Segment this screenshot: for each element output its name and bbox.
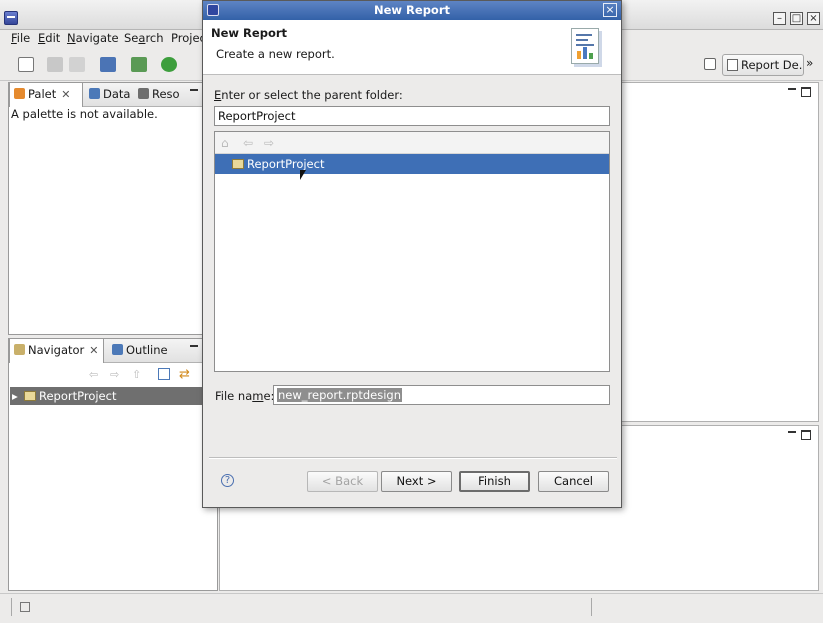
project-folder-icon [24,391,36,401]
wizard-icon-bar [577,51,581,59]
new-report-dialog: New Report × New Report Create a new rep… [202,0,622,508]
finish-button[interactable]: Finish [459,471,530,492]
outline-icon [112,344,123,355]
minimize-panel-icon[interactable] [189,344,199,354]
perspective-report-design[interactable]: Report De... [722,54,804,76]
navigator-tabbar: Navigator ✕ Outline [9,339,217,363]
link-editor-icon[interactable]: ⇄ [179,367,190,382]
status-separator [11,598,12,616]
export-icon[interactable] [131,57,147,72]
menu-edit[interactable]: Edit [38,31,60,45]
palette-icon [14,88,25,99]
resource-icon [138,88,149,99]
parent-folder-input[interactable]: ReportProject [214,106,610,126]
save-icon [47,57,63,72]
dialog-titlebar[interactable]: New Report [203,1,621,20]
close-tab-icon[interactable]: ✕ [89,344,98,357]
wizard-icon-bar [589,53,593,59]
home-icon: ⌂ [221,136,229,150]
dialog-close-icon[interactable]: × [603,3,617,17]
minimize-window-icon[interactable]: – [773,12,786,25]
overflow-chevron-icon[interactable]: » [806,56,813,70]
tab-data[interactable]: Data [89,83,137,107]
tree-item-reportproject[interactable]: ReportProject [215,154,609,174]
project-folder-icon [232,159,244,169]
navigator-icon [14,344,25,355]
back-button: < Back [307,471,378,492]
next-button[interactable]: Next > [381,471,452,492]
back-icon: ⇦ [89,368,99,381]
close-window-icon[interactable]: × [807,12,820,25]
minimize-panel-icon[interactable] [787,430,797,440]
maximize-panel-icon[interactable] [801,430,811,440]
parent-folder-label: Enter or select the parent folder: [214,88,403,102]
mouse-pointer-icon [300,170,306,180]
tab-resource[interactable]: Reso [138,83,186,107]
menu-project[interactable]: Projec [171,31,206,45]
forward-icon: ⇨ [264,136,275,150]
collapse-all-icon[interactable] [158,368,170,380]
open-perspective-icon[interactable] [704,58,716,70]
menu-search[interactable]: Search [124,31,164,45]
status-bar [0,593,823,623]
tab-outline[interactable]: Outline [112,339,182,363]
wizard-icon-line [576,34,592,36]
tab-navigator[interactable]: Navigator ✕ [9,339,104,363]
file-name-label: File name: [215,389,275,403]
maximize-panel-icon[interactable] [801,87,811,97]
web-viewer-icon[interactable] [100,57,116,72]
menu-file[interactable]: File [11,31,30,45]
expand-arrow-icon[interactable]: ▸ [12,387,24,405]
wizard-header: New Report Create a new report. [203,20,621,75]
file-name-input[interactable]: new_report.rptdesign [273,385,610,405]
palette-tabbar: Palet ✕ Data Reso [9,83,202,107]
folder-tree: ⌂ ⇦ ⇨ ReportProject [214,131,610,372]
navigator-panel: Navigator ✕ Outline ⇦ ⇨ ⇧ ⇄ ▸ ReportProjec… [8,338,218,591]
wizard-icon-line [576,44,594,46]
wizard-title: New Report [211,26,288,40]
palette-panel: Palet ✕ Data Reso A palette is not availa… [8,82,203,335]
minimize-panel-icon[interactable] [189,88,199,98]
minimize-panel-icon[interactable] [787,87,797,97]
cancel-button[interactable]: Cancel [538,471,609,492]
data-icon [89,88,100,99]
tab-palette[interactable]: Palet ✕ [9,83,83,107]
status-separator [591,598,592,616]
menu-navigate[interactable]: Navigate [67,31,119,45]
run-icon[interactable] [161,57,177,72]
wizard-description: Create a new report. [216,47,335,61]
wizard-icon-bar [583,47,587,59]
help-icon[interactable]: ? [221,474,234,487]
print-icon [69,57,85,72]
navigator-project-row[interactable]: ▸ ReportProject [10,387,216,405]
maximize-window-icon[interactable]: □ [790,12,803,25]
palette-message: A palette is not available. [11,107,158,121]
new-icon[interactable] [18,57,34,72]
back-icon: ⇦ [243,136,254,150]
report-design-icon [727,59,738,71]
up-icon: ⇧ [132,368,142,381]
wizard-icon-line [576,39,588,41]
fast-view-icon[interactable] [20,602,30,612]
forward-icon: ⇨ [110,368,120,381]
folder-tree-toolbar: ⌂ ⇦ ⇨ [215,132,609,154]
eclipse-app-icon [4,11,18,25]
button-bar-separator [209,457,617,459]
close-tab-icon[interactable]: ✕ [61,88,70,101]
dialog-app-icon [207,4,219,16]
new-report-wizard-icon [571,28,599,64]
